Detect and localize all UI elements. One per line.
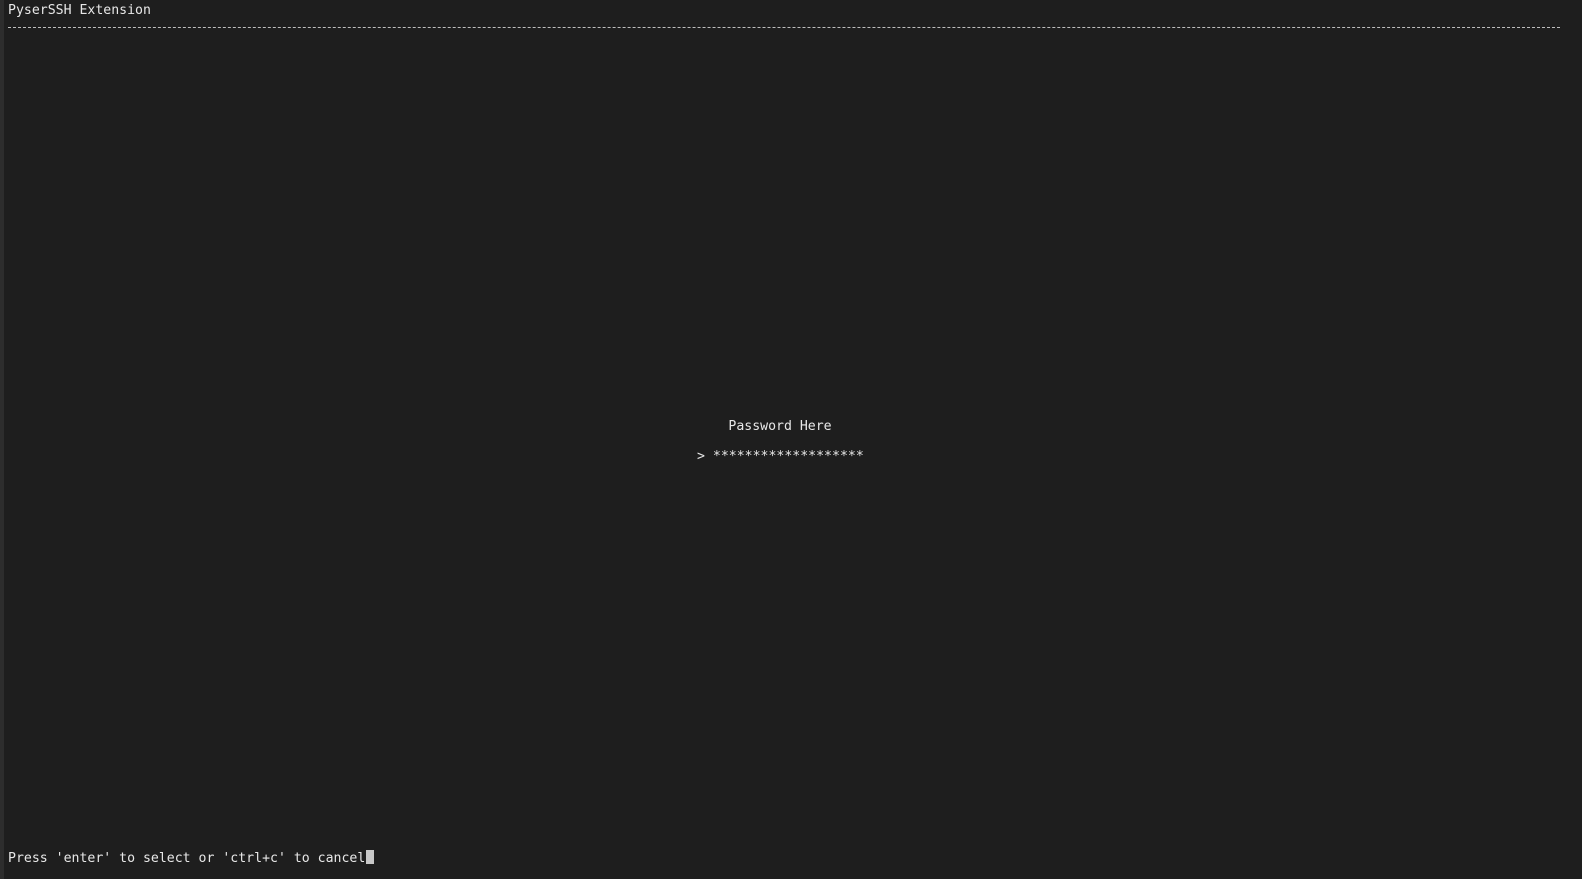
text-cursor xyxy=(366,850,375,864)
terminal-window: PyserSSH Extension Password Here > *****… xyxy=(0,0,1582,879)
password-prompt: Password Here xyxy=(0,419,1560,435)
title-divider xyxy=(8,27,1560,28)
password-input[interactable]: > ******************* xyxy=(697,449,864,465)
footer-hint: Press 'enter' to select or 'ctrl+c' to c… xyxy=(8,850,375,867)
input-marker: > xyxy=(697,449,705,464)
password-prompt-label: Password Here xyxy=(728,419,832,434)
masked-password: ******************* xyxy=(712,449,864,464)
terminal-left-border xyxy=(0,0,4,879)
footer-hint-text: Press 'enter' to select or 'ctrl+c' to c… xyxy=(8,851,366,866)
app-title: PyserSSH Extension xyxy=(8,3,151,18)
